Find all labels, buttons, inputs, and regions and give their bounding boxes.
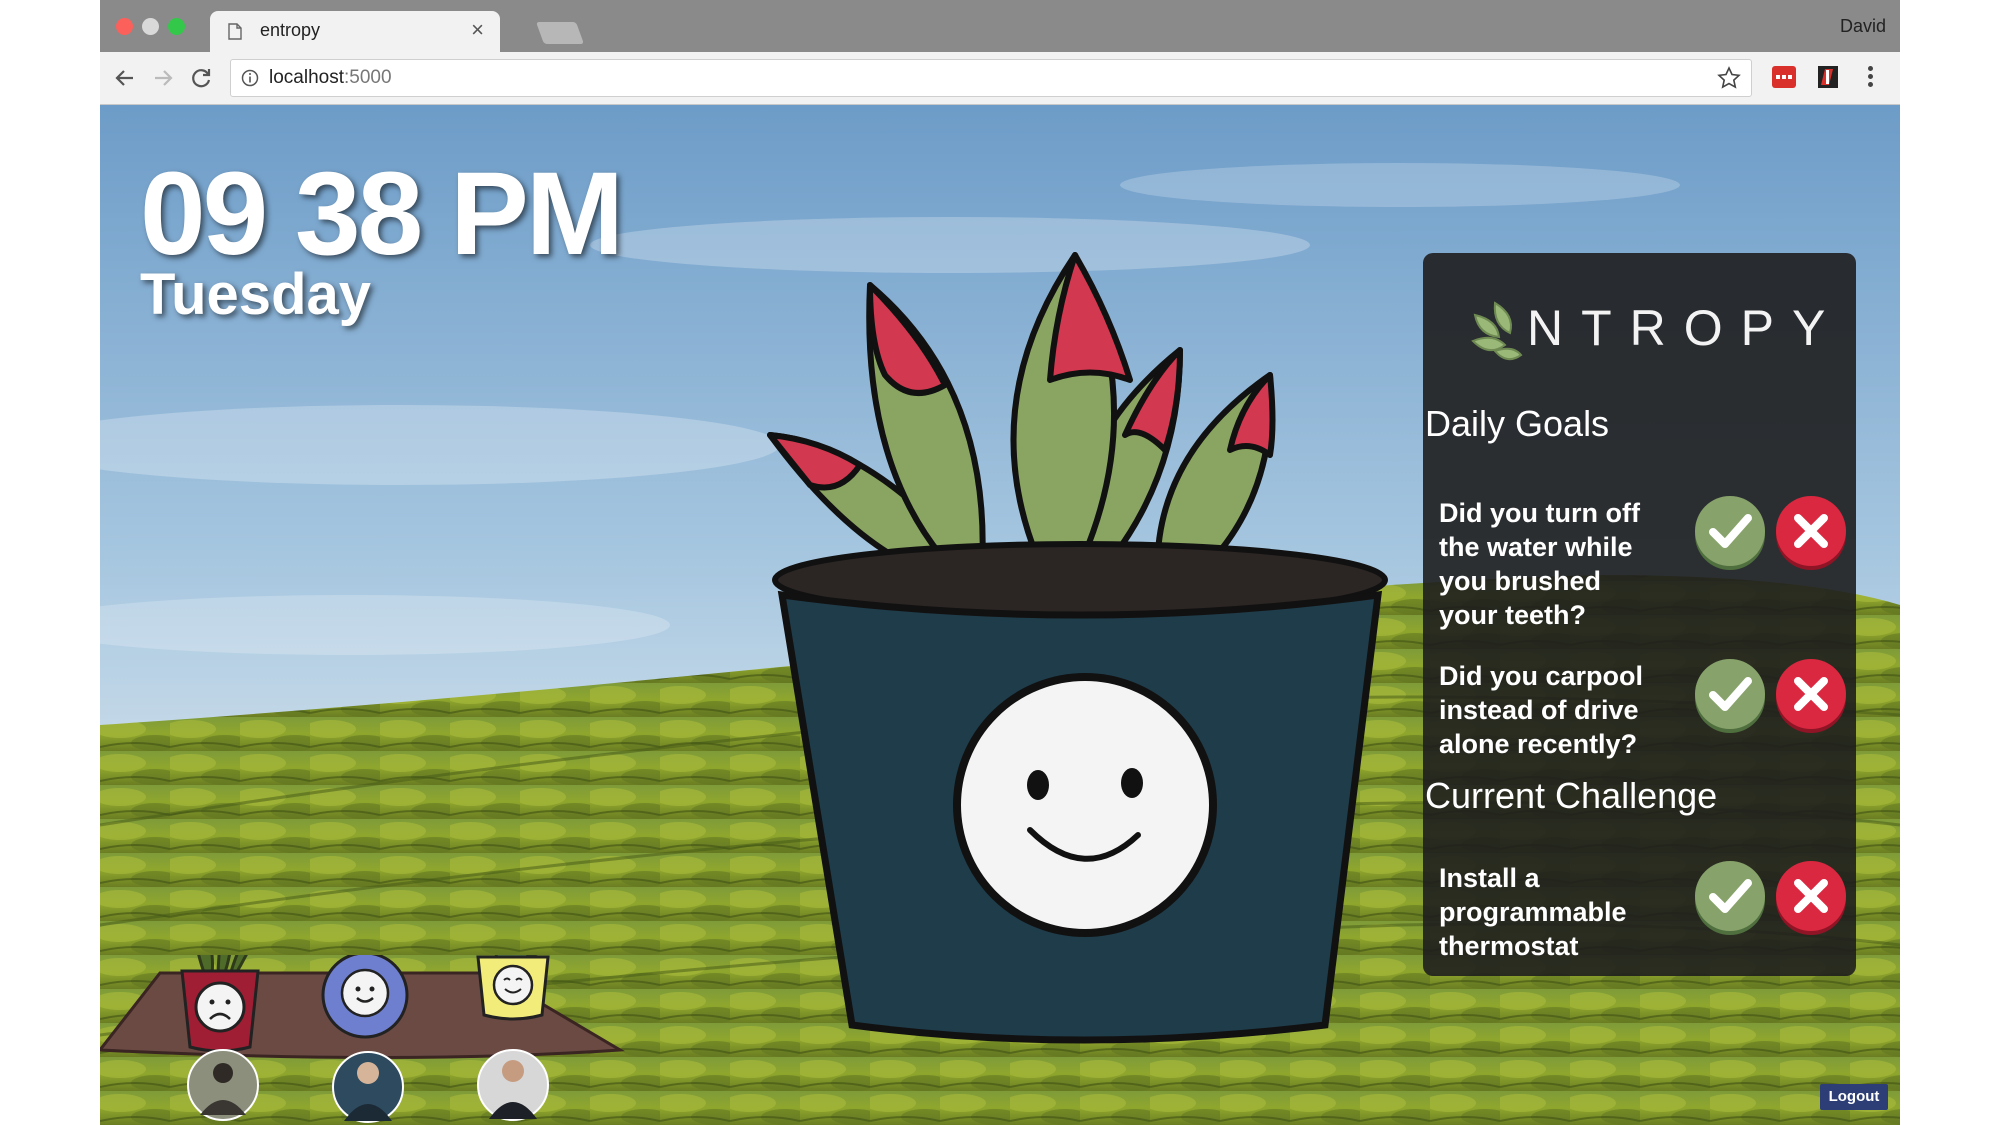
main-succulent-plant: [767, 252, 1388, 1044]
clock-display: 09 38 PM Tuesday: [140, 148, 624, 325]
check-icon: [1709, 879, 1752, 913]
maximize-window-button[interactable]: [168, 18, 185, 35]
challenge-text: Install a programmable thermostat: [1439, 863, 1627, 961]
forward-arrow-icon[interactable]: [150, 65, 176, 91]
app-page: 09 38 PM Tuesday NTROPY Daily Goals Did …: [100, 105, 1900, 1125]
goal-1-yes-button[interactable]: [1695, 496, 1765, 566]
minimize-window-button[interactable]: [142, 18, 159, 35]
entropy-logo: NTROPY: [1465, 295, 1825, 365]
address-bar[interactable]: localhost:5000: [230, 59, 1752, 97]
new-tab-button[interactable]: [535, 22, 585, 44]
friends-shelf: [100, 955, 625, 1123]
x-icon: [1794, 677, 1828, 711]
challenge-yes-button[interactable]: [1695, 861, 1765, 931]
goal-2-yes-button[interactable]: [1695, 659, 1765, 729]
check-icon: [1709, 514, 1752, 548]
friend-avatar[interactable]: [332, 1051, 404, 1123]
info-icon[interactable]: [241, 69, 259, 92]
url-text[interactable]: localhost:5000: [269, 67, 392, 89]
browser-toolbar: localhost:5000: [100, 52, 1900, 105]
check-icon: [1709, 677, 1752, 711]
logout-button[interactable]: Logout: [1820, 1084, 1888, 1110]
back-arrow-icon[interactable]: [112, 65, 138, 91]
document-icon: [228, 23, 242, 45]
challenge-no-button[interactable]: [1776, 861, 1846, 931]
goal-text: Did you carpool instead of drive alone r…: [1439, 661, 1644, 759]
x-icon: [1794, 879, 1828, 913]
current-time: 09 38 PM: [140, 148, 624, 280]
close-window-button[interactable]: [116, 18, 133, 35]
goal-1-no-button[interactable]: [1776, 496, 1846, 566]
profile-name[interactable]: David: [1840, 16, 1886, 37]
browser-window: entropy × David localhost:5000 09 38 PM …: [100, 0, 1900, 1125]
x-icon: [1794, 514, 1828, 548]
friend-plant-content[interactable]: [476, 955, 550, 1021]
goals-panel: NTROPY Daily Goals Did you turn off the …: [1423, 253, 1856, 976]
tab-title: entropy: [260, 20, 321, 40]
tab-bar: entropy × David: [100, 0, 1900, 52]
leaf-logo-icon: [1471, 301, 1523, 361]
friend-avatar[interactable]: [187, 1049, 259, 1121]
goal-text: Did you turn off the water while you bru…: [1439, 498, 1640, 630]
friend-avatar[interactable]: [477, 1049, 549, 1121]
logo-text: NTROPY: [1527, 300, 1844, 356]
friend-plant-sad[interactable]: [180, 955, 265, 1053]
daily-goals-title: Daily Goals: [1425, 403, 1610, 444]
menu-dots-icon[interactable]: [1867, 66, 1875, 90]
current-challenge-title: Current Challenge: [1425, 775, 1718, 816]
bookmark-star-icon[interactable]: [1717, 66, 1741, 95]
goal-2-no-button[interactable]: [1776, 659, 1846, 729]
friend-plant-happy[interactable]: [321, 955, 409, 1039]
extension-i-icon[interactable]: [1817, 65, 1839, 89]
tab-entropy[interactable]: entropy ×: [210, 11, 500, 52]
extension-red-icon[interactable]: [1772, 66, 1796, 88]
close-icon[interactable]: ×: [471, 17, 484, 43]
reload-icon[interactable]: [188, 65, 214, 91]
